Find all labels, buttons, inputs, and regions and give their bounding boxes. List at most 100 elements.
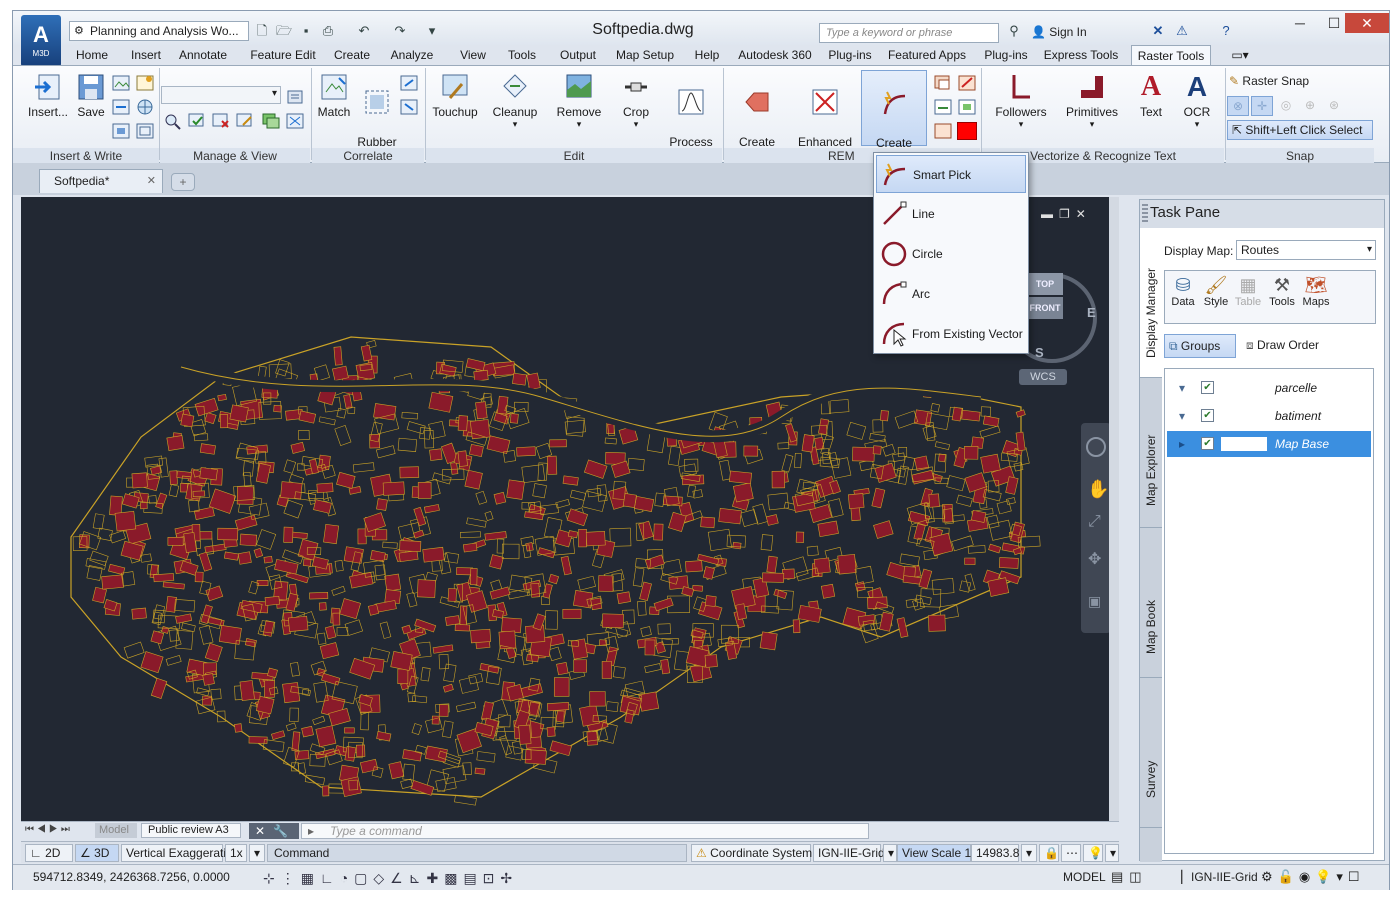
- tab-plug-ins-2[interactable]: Plug-ins: [979, 45, 1033, 65]
- image-frame-icon[interactable]: [111, 74, 131, 92]
- rem-tool-3-icon[interactable]: [933, 98, 953, 116]
- tab-view[interactable]: View: [451, 45, 495, 65]
- rem-tool-1-icon[interactable]: [933, 74, 953, 92]
- menu-item-smart-pick[interactable]: Smart Pick: [876, 155, 1026, 193]
- image-settings-icon[interactable]: [135, 122, 155, 140]
- drag-handle[interactable]: [1142, 204, 1148, 222]
- ortho-mode-icon[interactable]: ∟: [320, 870, 340, 886]
- tab-home[interactable]: Home: [65, 45, 119, 65]
- chevron-down-icon[interactable]: ▾: [423, 23, 441, 39]
- viewport-minimize-icon[interactable]: ▬: [1041, 207, 1059, 221]
- snap-nearest-icon[interactable]: ⊛: [1323, 96, 1345, 116]
- tab-annotate[interactable]: Annotate: [171, 45, 235, 65]
- save-icon[interactable]: ▪: [297, 23, 315, 39]
- image-export-icon[interactable]: [111, 122, 131, 140]
- layer-visibility-checkbox[interactable]: ✔: [1201, 381, 1214, 394]
- image-manager-icon[interactable]: [285, 88, 305, 106]
- data-button[interactable]: ⛁ Data: [1169, 275, 1197, 308]
- layer-item-selected[interactable]: ▸ ✔ Map Base: [1167, 431, 1371, 457]
- ocr-button[interactable]: A OCR ▾: [1175, 72, 1219, 129]
- wrench-icon[interactable]: 🔧: [273, 824, 296, 838]
- tab-featured-apps[interactable]: Featured Apps: [885, 45, 969, 65]
- correlate-source-icon[interactable]: [399, 74, 419, 92]
- followers-button[interactable]: Followers ▾: [989, 72, 1053, 129]
- viewcube-front[interactable]: FRONT: [1027, 297, 1063, 319]
- image-select-dropdown[interactable]: ▾: [161, 86, 281, 104]
- help-icon[interactable]: ?: [1217, 23, 1235, 39]
- wcs-menu[interactable]: WCS: [1019, 369, 1067, 385]
- minimize-button[interactable]: ─: [1283, 13, 1317, 33]
- image-edit-icon[interactable]: [235, 112, 255, 130]
- tab-help[interactable]: Help: [685, 45, 729, 65]
- redo-icon[interactable]: ↷: [391, 23, 409, 39]
- match-button[interactable]: Match: [313, 72, 355, 120]
- tab-create[interactable]: Create: [329, 45, 375, 65]
- grid-display-icon[interactable]: ▦: [301, 870, 320, 886]
- groups-button[interactable]: ⧉ Groups: [1164, 334, 1236, 358]
- raster-snap-toggle[interactable]: ✎ Raster Snap: [1229, 72, 1309, 90]
- ducs-icon[interactable]: ⊾: [409, 870, 427, 886]
- cleanup-button[interactable]: Cleanup ▾: [487, 72, 543, 129]
- tab-express-tools[interactable]: Express Tools: [1041, 45, 1121, 65]
- image-insert-icon[interactable]: [135, 74, 155, 92]
- shift-click-select-toggle[interactable]: ⇱ Shift+Left Click Select: [1227, 120, 1373, 140]
- vertical-exaggeration-value[interactable]: 1x: [225, 844, 247, 862]
- tab-model[interactable]: Model: [95, 823, 137, 838]
- tab-public-review[interactable]: Public review A3: [141, 823, 241, 838]
- dyn-icon[interactable]: ✚: [426, 870, 444, 886]
- quick-view-drawings-icon[interactable]: ◫: [1129, 869, 1147, 884]
- binoculars-icon[interactable]: ⚲: [1005, 23, 1023, 39]
- chevron-down-icon[interactable]: ▾: [1336, 869, 1348, 884]
- remove-button[interactable]: Remove ▾: [549, 72, 609, 129]
- workspace-switch-icon[interactable]: ⚙: [1261, 869, 1278, 884]
- exchange-icon[interactable]: ✕: [1149, 23, 1167, 39]
- layout-nav-icon[interactable]: ⏮◀▶⏭: [25, 822, 73, 838]
- tab-insert[interactable]: Insert: [121, 45, 171, 65]
- panel-manage-view[interactable]: Manage & View: [160, 148, 310, 164]
- viewcube-top[interactable]: TOP: [1027, 273, 1063, 295]
- clean-screen-icon[interactable]: ☐: [1348, 869, 1365, 884]
- chevron-down-icon[interactable]: ▾: [1105, 844, 1119, 862]
- light-bulb-icon[interactable]: 💡: [1083, 844, 1103, 862]
- viewport-restore-icon[interactable]: ❐: [1059, 207, 1076, 221]
- close-icon[interactable]: ✕: [255, 824, 273, 838]
- zoom-icon[interactable]: [163, 112, 183, 130]
- model-space-toggle[interactable]: MODEL: [1063, 865, 1106, 889]
- layer-visibility-checkbox[interactable]: ✔: [1201, 409, 1214, 422]
- image-link-icon[interactable]: [111, 98, 131, 116]
- tab-raster-tools[interactable]: Raster Tools: [1131, 45, 1211, 65]
- tab-map-book[interactable]: Map Book: [1140, 528, 1162, 678]
- layer-item[interactable]: ▾ ✔ batiment: [1167, 403, 1371, 429]
- menu-item-line[interactable]: Line: [876, 195, 1026, 233]
- infer-constraints-icon[interactable]: ⊹: [263, 870, 281, 886]
- style-button[interactable]: 🖌 Style: [1201, 275, 1231, 308]
- cursor-coordinates[interactable]: 594712.8349, 2426368.7256, 0.0000: [33, 865, 230, 889]
- rem-tool-2-icon[interactable]: [957, 74, 977, 92]
- command-button[interactable]: Command: [267, 844, 687, 862]
- snap-center-icon[interactable]: ◎: [1275, 96, 1297, 116]
- tab-display-manager[interactable]: Display Manager: [1140, 228, 1162, 378]
- viewcube-east[interactable]: E: [1087, 305, 1096, 320]
- workspace-dropdown[interactable]: ⚙ Planning and Analysis Wo...: [69, 21, 249, 41]
- viewport-close-icon[interactable]: ✕: [1076, 207, 1092, 221]
- maps-button[interactable]: 🗺 Maps: [1301, 275, 1331, 308]
- image-transform-icon[interactable]: [285, 112, 305, 130]
- snap-mode-icon[interactable]: ⋮: [281, 870, 301, 886]
- undo-icon[interactable]: ↶: [355, 23, 373, 39]
- tab-feature-edit[interactable]: Feature Edit: [247, 45, 319, 65]
- panel-insert-write[interactable]: Insert & Write: [13, 148, 159, 164]
- zoom-extents-icon[interactable]: ⤢: [1088, 513, 1101, 531]
- tab-output[interactable]: Output: [553, 45, 603, 65]
- application-menu-button[interactable]: A M3D: [21, 15, 61, 67]
- otrack-icon[interactable]: ∠: [390, 870, 409, 886]
- globe-icon[interactable]: [135, 98, 155, 116]
- color-swatch[interactable]: [957, 122, 977, 140]
- expand-icon[interactable]: ▾: [1179, 375, 1185, 401]
- quick-properties-icon[interactable]: ⊡: [483, 870, 501, 886]
- tab-tools[interactable]: Tools: [499, 45, 545, 65]
- ribbon-options-icon[interactable]: ▭▾: [1225, 45, 1255, 65]
- draw-order-button[interactable]: ⧈ Draw Order: [1242, 334, 1342, 358]
- menu-item-from-existing-vector[interactable]: From Existing Vector: [876, 315, 1026, 353]
- create-primitive-button[interactable]: Create Primitive: [861, 70, 927, 165]
- tab-map-setup[interactable]: Map Setup: [613, 45, 677, 65]
